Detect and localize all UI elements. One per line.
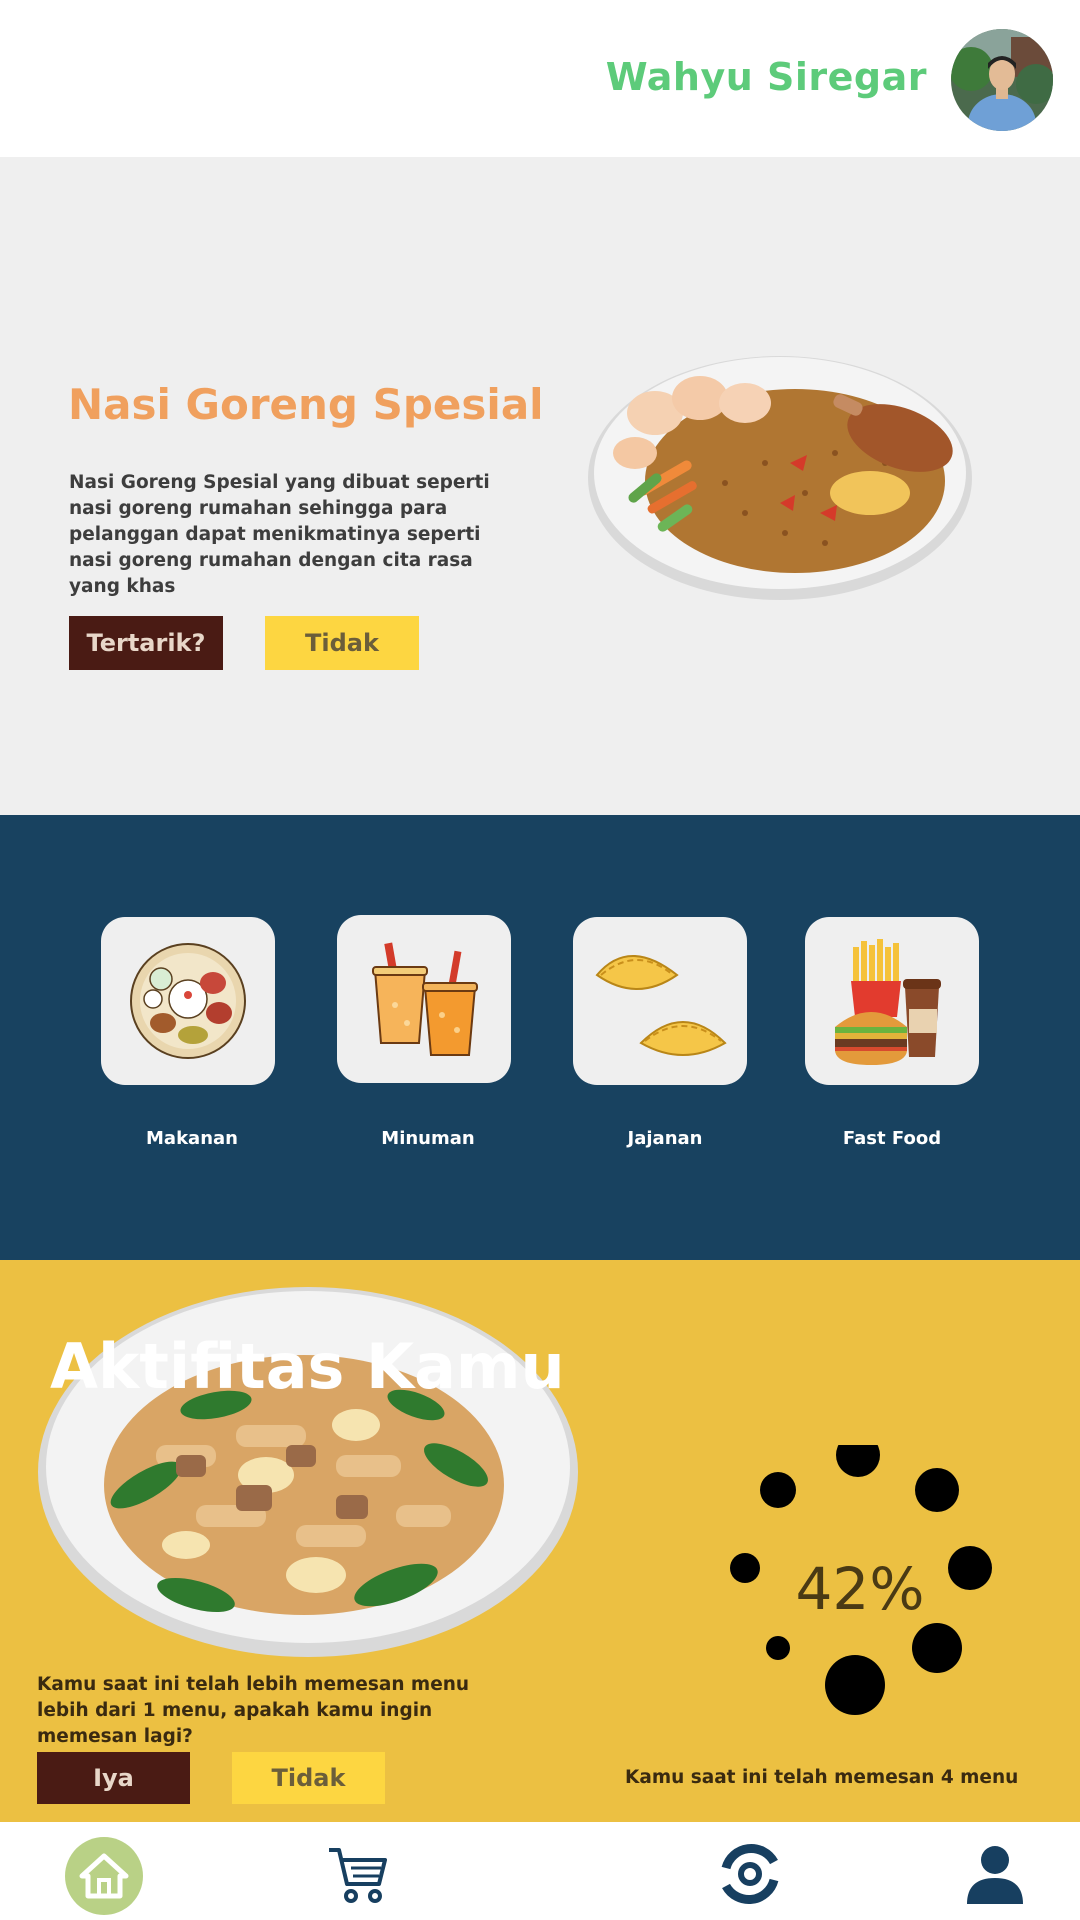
category-label-makanan: Makanan	[146, 1128, 238, 1149]
activity-description: Kamu saat ini telah lebih memesan menu l…	[37, 1674, 470, 1747]
orders-icon	[721, 1843, 779, 1905]
snack-pastry-icon	[595, 955, 727, 1056]
featured-banner: Nasi Goreng Spesial Nasi Goreng Spesial …	[0, 157, 1080, 815]
interested-button[interactable]: Tertarik?	[69, 616, 223, 670]
fast-food-icon	[835, 939, 941, 1065]
decline-button[interactable]: Tidak	[265, 616, 419, 670]
activity-section: Aktifitas Kamu Kamu saat ini telah lebih…	[0, 1260, 1080, 1822]
food-plate-icon	[130, 943, 246, 1059]
username: Wahyu Siregar	[605, 55, 927, 99]
nav-cart[interactable]	[317, 1834, 397, 1914]
nav-orders[interactable]	[710, 1834, 790, 1914]
profile-icon	[967, 1846, 1023, 1904]
fried-rice-plate-image	[585, 343, 975, 603]
avatar[interactable]	[951, 29, 1053, 131]
order-again-yes-button[interactable]: Iya	[37, 1752, 190, 1804]
category-card-makanan[interactable]	[101, 917, 275, 1085]
featured-title: Nasi Goreng Spesial	[68, 380, 544, 429]
category-card-jajanan[interactable]	[573, 917, 747, 1085]
category-label-jajanan: Jajanan	[627, 1128, 703, 1149]
progress-indicator: 42%	[720, 1433, 1000, 1725]
category-label-fast-food: Fast Food	[842, 1128, 942, 1149]
activity-title: Aktifitas Kamu	[50, 1330, 565, 1403]
featured-description: Nasi Goreng Spesial yang dibuat seperti …	[69, 472, 490, 597]
cart-icon	[329, 1848, 387, 1903]
category-label-minuman: Minuman	[381, 1128, 475, 1149]
home-icon	[65, 1837, 143, 1915]
app-header: Wahyu Siregar	[0, 0, 1080, 157]
bottom-navigation	[0, 1822, 1080, 1920]
category-section: Makanan Minuman Jajanan Fast Food	[0, 815, 1080, 1260]
category-card-minuman[interactable]	[337, 915, 511, 1083]
nav-profile[interactable]	[955, 1834, 1035, 1914]
order-count-status: Kamu saat ini telah memesan 4 menu	[625, 1767, 1019, 1788]
order-again-no-button[interactable]: Tidak	[232, 1752, 385, 1804]
nav-home[interactable]	[64, 1836, 144, 1916]
category-card-fast-food[interactable]	[805, 917, 979, 1085]
progress-percentage: 42%	[795, 1555, 925, 1623]
drinks-icon	[372, 942, 478, 1056]
